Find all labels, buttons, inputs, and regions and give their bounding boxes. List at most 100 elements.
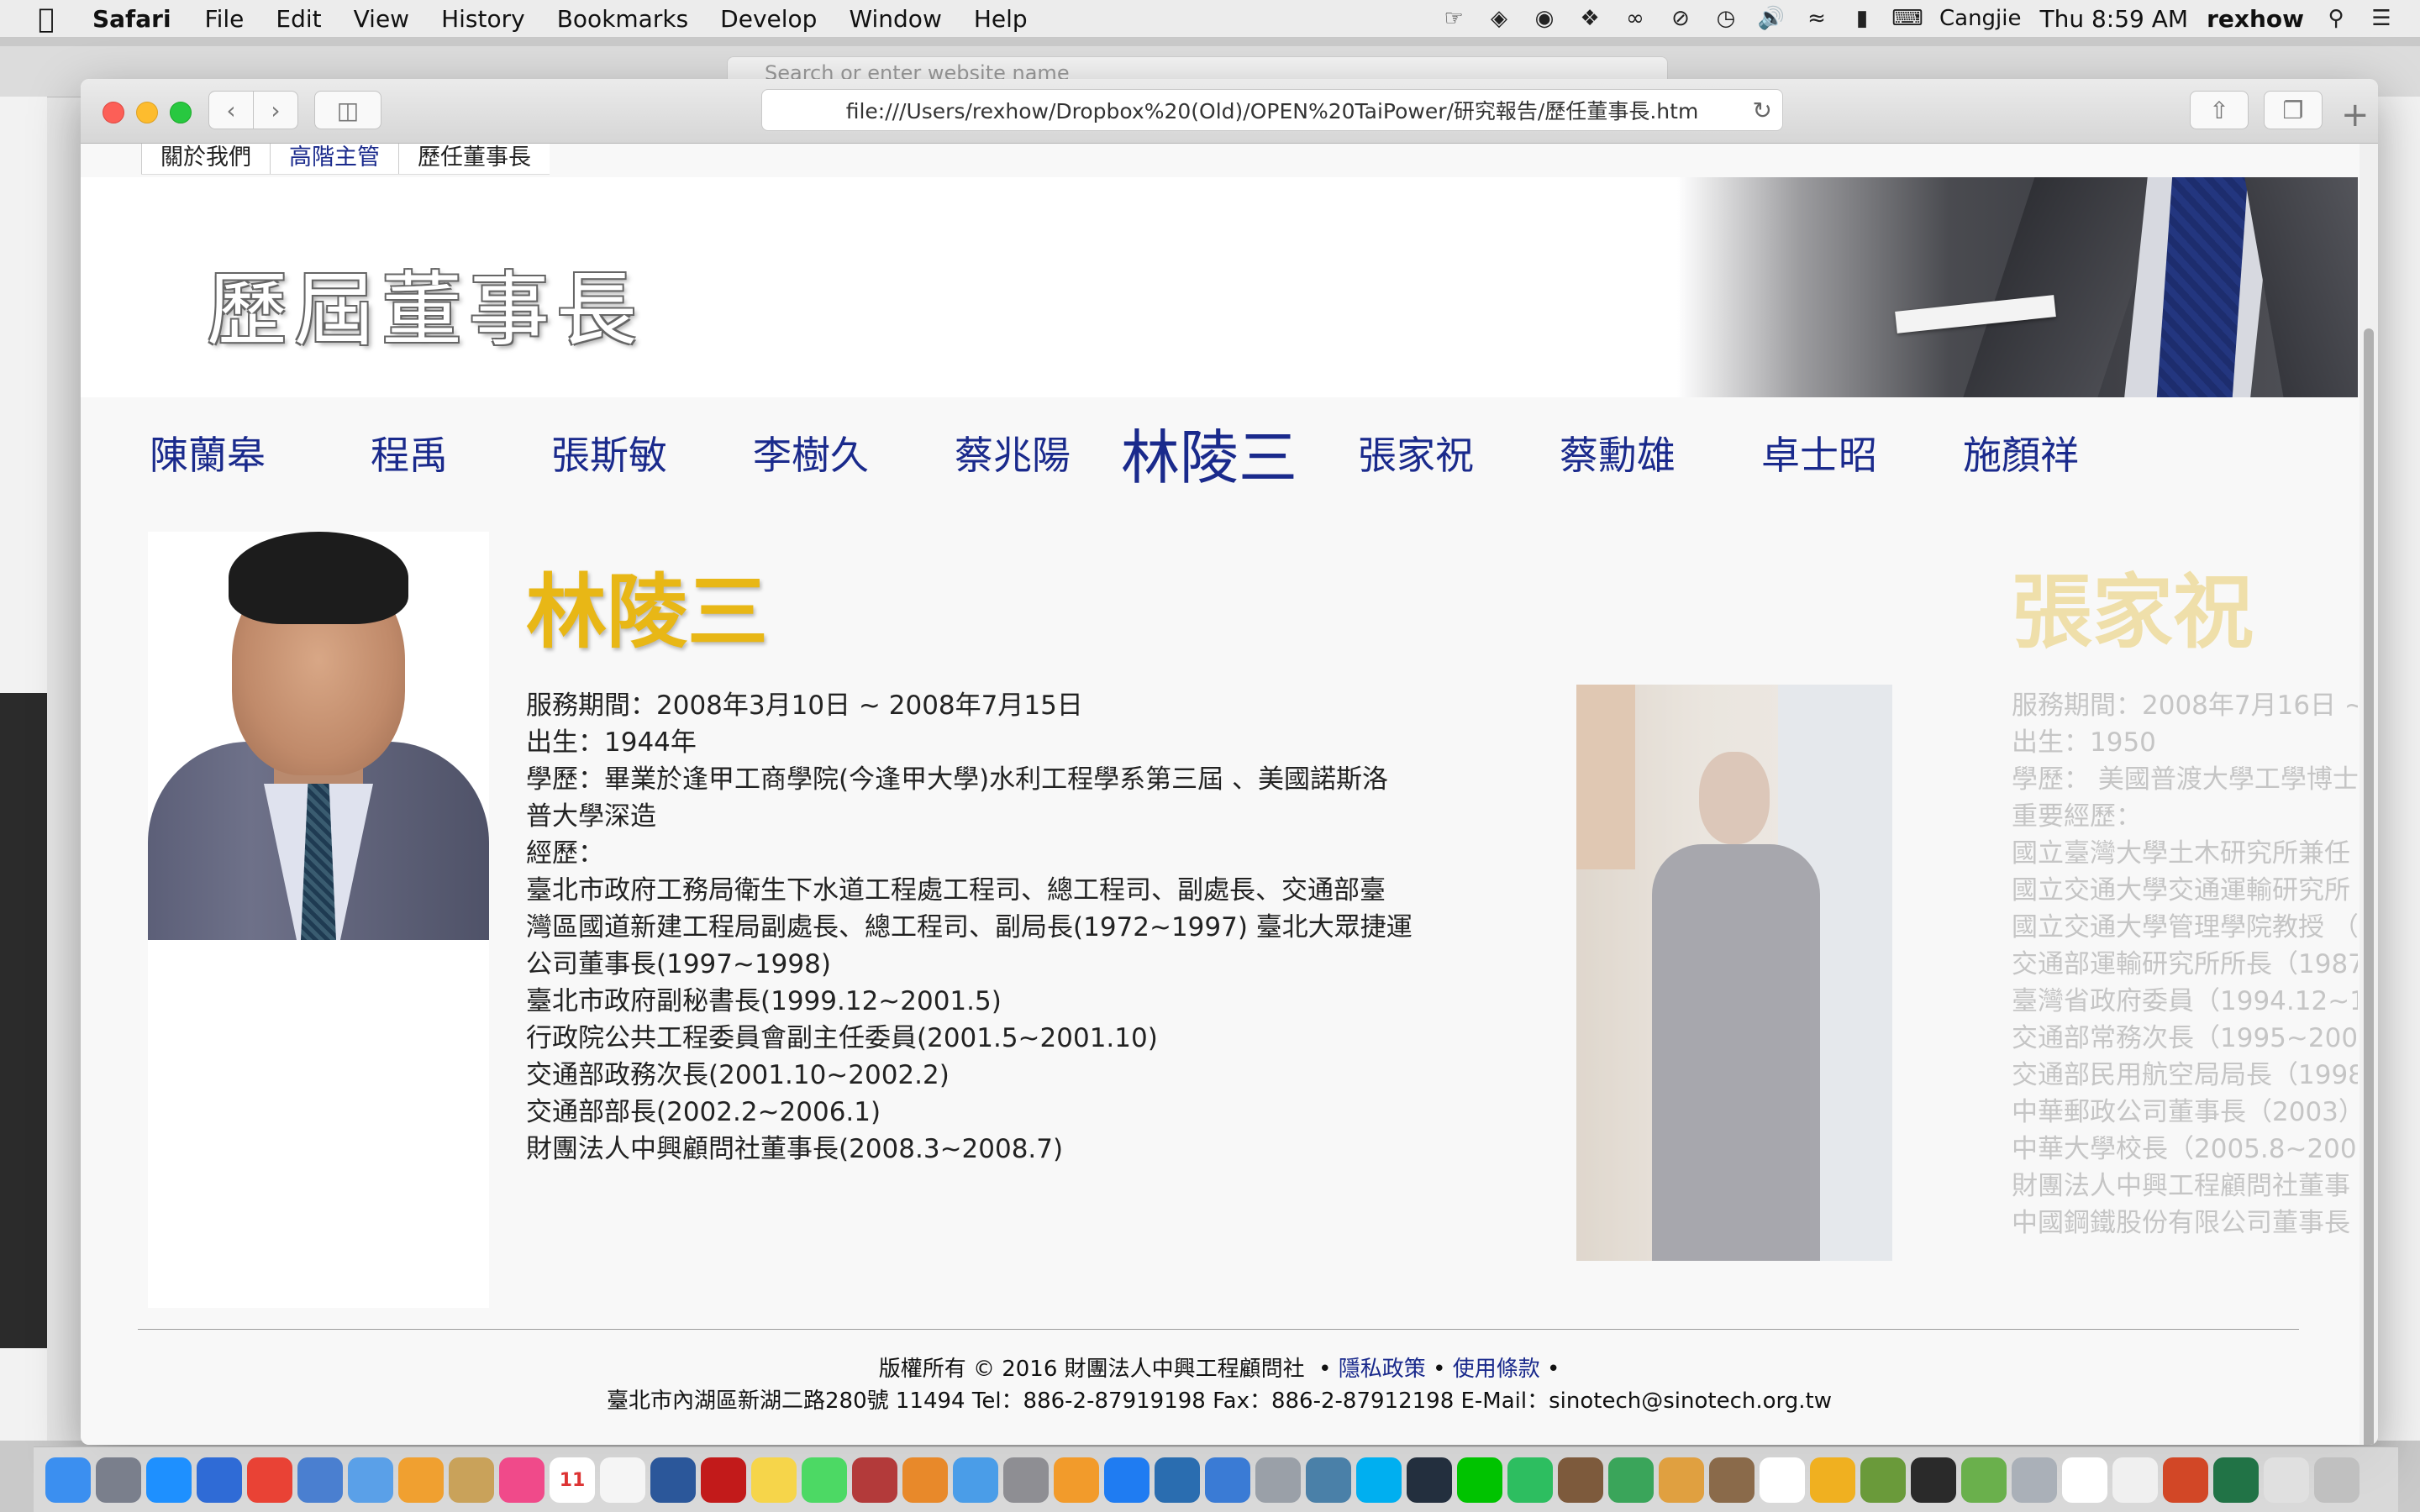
font-book-icon[interactable] bbox=[2062, 1457, 2107, 1503]
reminders-icon[interactable] bbox=[600, 1457, 645, 1503]
input-method[interactable]: Cangjie bbox=[1939, 6, 2022, 31]
messages-icon[interactable] bbox=[802, 1457, 847, 1503]
chairman-link[interactable]: 蔡勳雄 bbox=[1560, 425, 1676, 480]
show-tabs-button[interactable]: ❐ bbox=[2264, 91, 2323, 129]
utilities-icon[interactable] bbox=[1306, 1457, 1351, 1503]
migration-icon[interactable] bbox=[1255, 1457, 1301, 1503]
line-icon[interactable]: ◉ bbox=[1531, 6, 1558, 31]
pages-icon[interactable] bbox=[1054, 1457, 1099, 1503]
library-icon[interactable] bbox=[1558, 1457, 1603, 1503]
creative-cloud-icon[interactable]: ∞ bbox=[1622, 6, 1649, 31]
chairman-link[interactable]: 陳蘭皋 bbox=[150, 425, 266, 480]
itunes-icon[interactable] bbox=[499, 1457, 544, 1503]
photos2-icon[interactable] bbox=[1659, 1457, 1704, 1503]
acrobat-icon[interactable] bbox=[701, 1457, 746, 1503]
sketch-icon[interactable] bbox=[1810, 1457, 1855, 1503]
keynote-icon[interactable] bbox=[197, 1457, 242, 1503]
chairman-link[interactable]: 蔡兆陽 bbox=[955, 425, 1071, 480]
app-store-icon[interactable] bbox=[1104, 1457, 1150, 1503]
app-menu[interactable]: Safari bbox=[92, 5, 171, 33]
trash-icon[interactable] bbox=[2314, 1457, 2360, 1503]
back-button[interactable]: ‹ bbox=[208, 91, 254, 129]
nav-chairmen[interactable]: 歷任董事長 bbox=[398, 144, 550, 174]
apple-menu-icon[interactable]:  bbox=[0, 3, 92, 34]
volume-icon[interactable]: 🔊 bbox=[1758, 6, 1785, 31]
kindle-icon[interactable] bbox=[1407, 1457, 1452, 1503]
line-icon[interactable] bbox=[1457, 1457, 1502, 1503]
terms-link[interactable]: 使用條款 bbox=[1453, 1357, 1540, 1382]
chairman-link[interactable]: 卓士昭 bbox=[1761, 425, 1877, 480]
gear-icon[interactable] bbox=[2012, 1457, 2057, 1503]
minimize-button[interactable] bbox=[136, 102, 158, 123]
evernote-icon[interactable] bbox=[1507, 1457, 1553, 1503]
chairman-link[interactable]: 張斯敏 bbox=[551, 425, 667, 480]
menu-window[interactable]: Window bbox=[849, 5, 941, 33]
time-machine-icon[interactable]: ◷ bbox=[1712, 6, 1739, 31]
zoom-button[interactable] bbox=[170, 102, 192, 123]
books-icon[interactable] bbox=[902, 1457, 948, 1503]
chairman-link[interactable]: 程禹 bbox=[371, 425, 448, 480]
menu-develop[interactable]: Develop bbox=[720, 5, 817, 33]
preview-icon[interactable] bbox=[297, 1457, 343, 1503]
dropbox-icon[interactable]: ❖ bbox=[1576, 6, 1603, 31]
keyboard-icon[interactable]: ⌨ bbox=[1891, 6, 1923, 31]
forward-button[interactable]: › bbox=[253, 91, 298, 129]
nav-about[interactable]: 關於我們 bbox=[141, 144, 270, 174]
notes-icon[interactable] bbox=[751, 1457, 797, 1503]
texteditor-icon[interactable] bbox=[1760, 1457, 1805, 1503]
powerpoint-icon[interactable] bbox=[2163, 1457, 2208, 1503]
menu-bookmarks[interactable]: Bookmarks bbox=[557, 5, 688, 33]
vertical-scrollbar[interactable] bbox=[2360, 144, 2378, 1445]
chairman-link[interactable]: 施顏祥 bbox=[1963, 425, 2079, 480]
user-menu[interactable]: rexhow bbox=[2207, 5, 2304, 33]
share-button[interactable]: ⇧ bbox=[2190, 91, 2249, 129]
pdf-icon[interactable] bbox=[2264, 1457, 2309, 1503]
chrome-icon[interactable] bbox=[247, 1457, 292, 1503]
minecraft-icon[interactable] bbox=[1860, 1457, 1906, 1503]
privacy-link[interactable]: 隱私政策 bbox=[1339, 1357, 1426, 1382]
nav-executives[interactable]: 高階主管 bbox=[270, 144, 398, 174]
excel-icon[interactable] bbox=[2213, 1457, 2259, 1503]
menu-file[interactable]: File bbox=[205, 5, 245, 33]
close-button[interactable] bbox=[103, 102, 124, 123]
chairman-link[interactable]: 張家祝 bbox=[1358, 425, 1474, 480]
clock[interactable]: Thu 8:59 AM bbox=[2040, 5, 2189, 33]
menu-help[interactable]: Help bbox=[974, 5, 1028, 33]
battery-icon[interactable]: ▮ bbox=[1849, 6, 1876, 31]
numbers-icon[interactable] bbox=[1608, 1457, 1654, 1503]
textwrangler-icon[interactable] bbox=[1155, 1457, 1200, 1503]
ccleaner-icon[interactable] bbox=[1205, 1457, 1250, 1503]
chairman-link-active[interactable]: 林陵三 bbox=[1121, 411, 1297, 496]
chairman-link[interactable]: 李樹久 bbox=[753, 425, 869, 480]
word-icon[interactable] bbox=[650, 1457, 696, 1503]
wifi-icon[interactable]: ≈ bbox=[1803, 6, 1830, 31]
launchpad-icon[interactable] bbox=[96, 1457, 141, 1503]
notification-center-icon[interactable]: ☰ bbox=[2368, 6, 2395, 31]
leaf-icon[interactable] bbox=[1961, 1457, 2007, 1503]
safari-icon[interactable] bbox=[146, 1457, 192, 1503]
sidebar-button[interactable]: ◫ bbox=[314, 91, 381, 129]
ibooks-icon[interactable] bbox=[449, 1457, 494, 1503]
reload-icon[interactable]: ↻ bbox=[1753, 97, 1772, 124]
evernote-icon[interactable]: ◈ bbox=[1486, 6, 1512, 31]
finder-icon[interactable] bbox=[45, 1457, 91, 1503]
address-bar[interactable]: file:///Users/rexhow/Dropbox%20(Old)/OPE… bbox=[761, 89, 1783, 131]
photos-icon[interactable] bbox=[398, 1457, 444, 1503]
instruments-icon[interactable] bbox=[1709, 1457, 1754, 1503]
scrollbar-thumb[interactable] bbox=[2364, 328, 2374, 1445]
time-icon[interactable] bbox=[1911, 1457, 1956, 1503]
menu-history[interactable]: History bbox=[441, 5, 525, 33]
system-prefs-icon[interactable] bbox=[1003, 1457, 1049, 1503]
search-icon[interactable]: ⚲ bbox=[2323, 6, 2349, 31]
mail-icon[interactable] bbox=[348, 1457, 393, 1503]
skype-icon[interactable] bbox=[1356, 1457, 1402, 1503]
file-icon[interactable] bbox=[2112, 1457, 2158, 1503]
scroll-icon[interactable]: ☞ bbox=[1440, 6, 1467, 31]
menu-edit[interactable]: Edit bbox=[276, 5, 321, 33]
do-not-disturb-icon[interactable]: ⊘ bbox=[1667, 6, 1694, 31]
menu-view[interactable]: View bbox=[354, 5, 409, 33]
new-tab-button[interactable]: + bbox=[2341, 96, 2370, 134]
messages-badge-icon[interactable] bbox=[953, 1457, 998, 1503]
calendar-icon[interactable]: 11 bbox=[550, 1457, 595, 1503]
photo-booth-icon[interactable] bbox=[852, 1457, 897, 1503]
